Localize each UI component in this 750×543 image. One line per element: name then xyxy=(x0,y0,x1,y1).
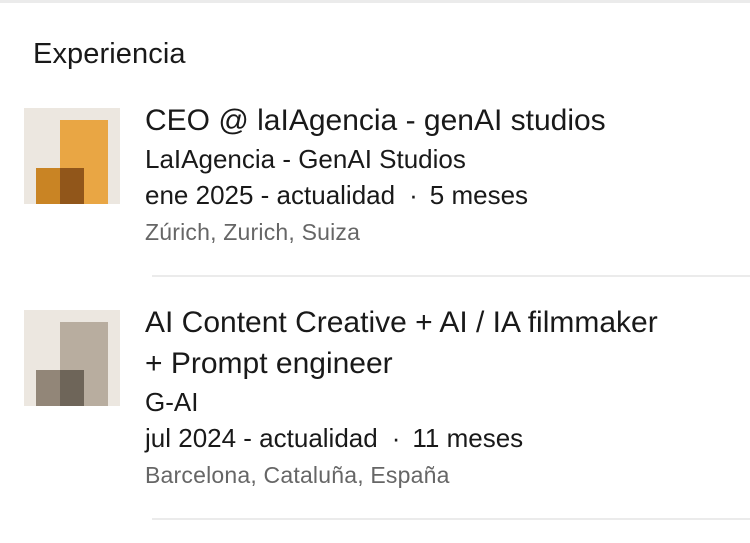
employment-dates: ene 2025 - actualidad · 5 meses xyxy=(145,177,728,213)
experience-item[interactable]: AI Content Creative + AI / IA filmmaker … xyxy=(0,302,750,517)
duration: 5 meses xyxy=(429,180,529,210)
date-range: ene 2025 - actualidad xyxy=(145,180,396,210)
location: Zúrich, Zurich, Suiza xyxy=(145,219,361,245)
job-title[interactable]: CEO @ laIAgencia - genAI studios xyxy=(145,100,728,141)
separator-dot: · xyxy=(409,180,418,210)
experience-details: AI Content Creative + AI / IA filmmaker … xyxy=(145,302,728,494)
location: Barcelona, Cataluña, España xyxy=(145,462,450,488)
company-logo[interactable] xyxy=(24,310,120,406)
item-divider xyxy=(152,518,750,520)
job-title-line-2: + Prompt engineer xyxy=(145,347,393,380)
logo-shape-overlap xyxy=(60,168,84,204)
section-title: Experiencia xyxy=(33,38,186,70)
duration: 11 meses xyxy=(412,423,524,453)
logo-shape-overlap xyxy=(60,370,84,406)
employment-dates: jul 2024 - actualidad · 11 meses xyxy=(145,420,728,456)
company-logo[interactable] xyxy=(24,108,120,204)
job-title-line-1: AI Content Creative + AI / IA filmmaker xyxy=(145,306,658,339)
separator-dot: · xyxy=(391,423,401,453)
company-name: LaIAgencia - GenAI Studios xyxy=(145,144,466,174)
experience-item[interactable]: CEO @ laIAgencia - genAI studios LaIAgen… xyxy=(0,100,750,280)
experience-details: CEO @ laIAgencia - genAI studios LaIAgen… xyxy=(145,100,728,251)
date-range: jul 2024 - actualidad xyxy=(145,423,378,453)
top-divider xyxy=(0,0,750,3)
company-name: G-AI xyxy=(145,387,199,417)
item-divider xyxy=(152,275,750,277)
job-title[interactable]: AI Content Creative + AI / IA filmmaker … xyxy=(145,302,728,384)
